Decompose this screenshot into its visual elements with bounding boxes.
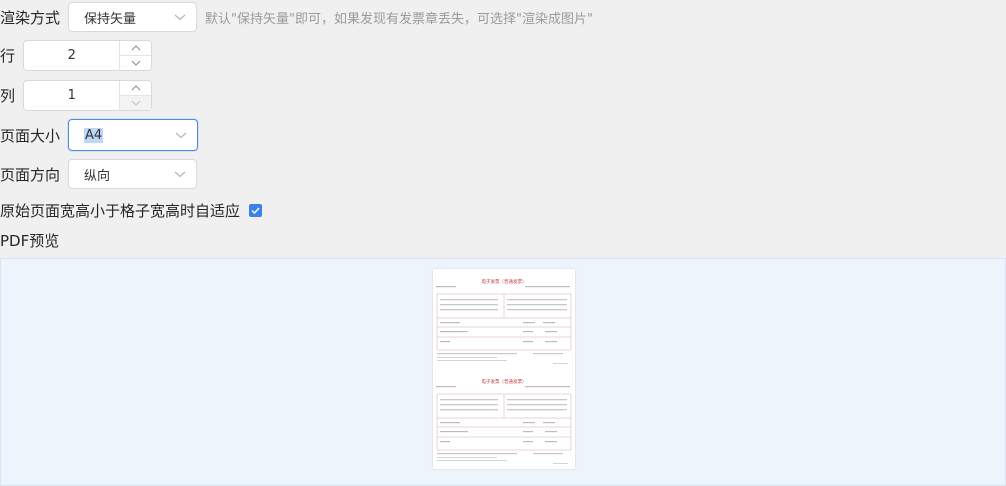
auto-fit-label: 原始页面宽高小于格子宽高时自适应 (0, 202, 241, 220)
orientation-select[interactable]: 纵向 (68, 159, 198, 189)
cols-decrement-button[interactable] (120, 96, 151, 110)
rows-stepper-buttons (119, 41, 151, 70)
page-size-value: A4 (84, 127, 104, 143)
render-mode-label: 渲染方式 (0, 8, 61, 27)
pdf-page: 电子发票（普通发票） 电子发票（普通发票） (433, 269, 575, 469)
rows-decrement-button[interactable] (120, 56, 151, 70)
page-size-select[interactable]: A4 (68, 119, 199, 151)
render-mode-hint: 默认"保持矢量"即可，如果发现有发票章丢失，可选择"渲染成图片" (205, 11, 593, 27)
chevron-up-icon (131, 45, 141, 51)
cols-value[interactable]: 1 (24, 81, 119, 110)
pdf-preview-area[interactable]: 电子发票（普通发票） 电子发票（普通发票） (0, 258, 1006, 486)
rows-row: 行 2 (0, 40, 152, 71)
page-size-row: 页面大小 A4 (0, 119, 199, 151)
chevron-up-icon (131, 85, 141, 91)
chevron-down-icon (174, 171, 186, 178)
page-size-label: 页面大小 (0, 126, 61, 145)
orientation-value: 纵向 (84, 168, 111, 184)
cols-row: 列 1 (0, 80, 152, 111)
rows-label: 行 (0, 47, 16, 65)
invoice-heading: 电子发票（普通发票） (482, 278, 527, 285)
orientation-row: 页面方向 纵向 (0, 159, 198, 189)
render-mode-select[interactable]: 保持矢量 (68, 2, 198, 32)
auto-fit-row: 原始页面宽高小于格子宽高时自适应 (0, 200, 263, 221)
rows-value[interactable]: 2 (24, 41, 119, 70)
cols-label: 列 (0, 87, 16, 105)
invoice-heading: 电子发票（普通发票） (482, 378, 527, 385)
cols-stepper[interactable]: 1 (23, 80, 152, 111)
invoice-thumbnail-2: 电子发票（普通发票） (436, 378, 572, 464)
orientation-label: 页面方向 (0, 165, 61, 184)
rows-stepper[interactable]: 2 (23, 40, 152, 71)
cols-stepper-buttons (119, 81, 151, 110)
render-mode-row: 渲染方式 保持矢量 默认"保持矢量"即可，如果发现有发票章丢失，可选择"渲染成图… (0, 2, 593, 32)
chevron-down-icon (131, 100, 141, 106)
rows-increment-button[interactable] (120, 41, 151, 56)
check-icon (251, 207, 260, 214)
chevron-down-icon (131, 60, 141, 66)
preview-title-row: PDF预览 (0, 230, 59, 251)
preview-title: PDF预览 (0, 232, 60, 250)
render-mode-value: 保持矢量 (84, 11, 137, 27)
chevron-down-icon (174, 14, 186, 21)
invoice-thumbnail-1: 电子发票（普通发票） (436, 278, 572, 364)
cols-increment-button[interactable] (120, 81, 151, 96)
auto-fit-checkbox[interactable] (249, 204, 263, 217)
chevron-down-icon (175, 132, 187, 139)
